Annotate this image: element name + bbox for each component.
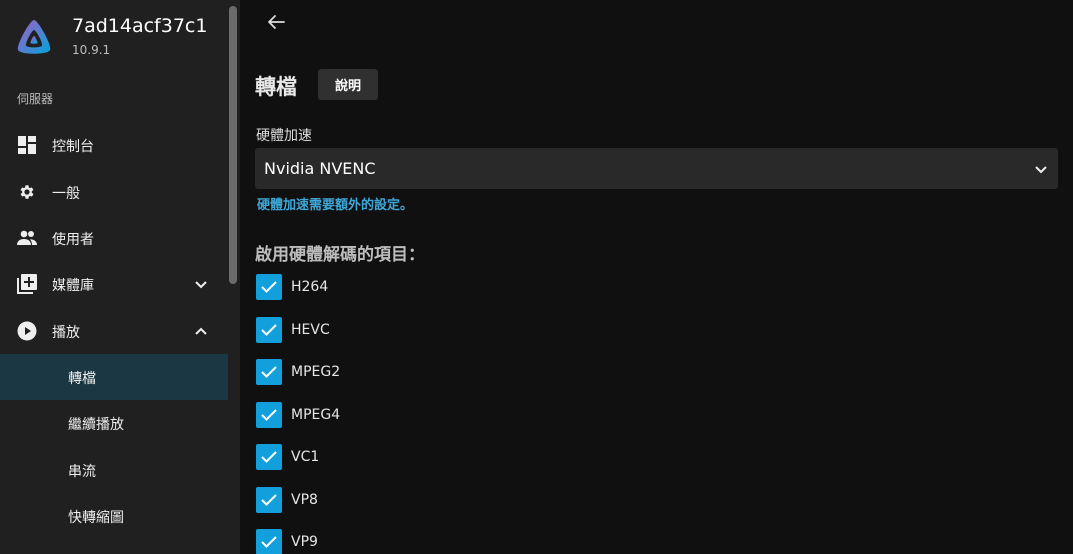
sidebar-item-general[interactable]: 一般: [0, 169, 228, 215]
codec-checkbox-row[interactable]: VP8: [256, 487, 556, 515]
checkbox-checked[interactable]: [256, 529, 282, 554]
sidebar-item-label: 一般: [52, 186, 80, 202]
codec-checkbox-row[interactable]: H264: [256, 274, 556, 302]
checkmark-icon: [261, 366, 277, 378]
hw-decoding-heading: 啟用硬體解碼的項目：: [255, 245, 425, 265]
codec-label: MPEG2: [291, 364, 341, 380]
chevron-down-icon: [1035, 166, 1047, 174]
sidebar-item-label: 使用者: [52, 232, 94, 248]
checkmark-icon: [261, 324, 277, 336]
people-icon: [17, 228, 37, 248]
checkmark-icon: [261, 409, 277, 421]
jellyfin-logo-icon: [17, 20, 51, 54]
sidebar-subitem-label: 轉檔: [68, 371, 96, 387]
checkbox-checked[interactable]: [256, 274, 282, 300]
checkmark-icon: [261, 494, 277, 506]
dashboard-icon: [17, 135, 37, 155]
codec-checkbox-row[interactable]: VP9: [256, 529, 556, 554]
sidebar-item-users[interactable]: 使用者: [0, 215, 228, 261]
codec-label: H264: [291, 279, 329, 295]
help-button[interactable]: 說明: [318, 69, 378, 100]
checkbox-checked[interactable]: [256, 444, 282, 470]
sidebar-scrollbar[interactable]: [229, 6, 237, 284]
checkmark-icon: [261, 281, 277, 293]
hw-accel-select[interactable]: Nvidia NVENC: [255, 148, 1058, 189]
sidebar-item-playback[interactable]: 播放: [0, 308, 228, 354]
codec-label: VC1: [291, 449, 320, 465]
sidebar-subitem-streaming[interactable]: 串流: [0, 447, 228, 493]
checkbox-checked[interactable]: [256, 317, 282, 343]
sidebar-subitem-label: 快轉縮圖: [68, 510, 124, 526]
checkmark-icon: [261, 536, 277, 548]
play-circle-icon: [17, 321, 37, 341]
section-label-server: 伺服器: [17, 92, 54, 106]
server-name: 7ad14acf37c1: [72, 15, 208, 37]
sidebar-subitem-resume[interactable]: 繼續播放: [0, 400, 228, 446]
gear-icon: [17, 182, 37, 202]
back-arrow-icon[interactable]: [264, 10, 288, 34]
codec-label: HEVC: [291, 322, 330, 338]
sidebar-subitem-label: 繼續播放: [68, 417, 124, 433]
sidebar-item-libraries[interactable]: 媒體庫: [0, 261, 228, 307]
codec-label: VP9: [291, 534, 318, 550]
checkbox-checked[interactable]: [256, 402, 282, 428]
codec-label: MPEG4: [291, 407, 341, 423]
codec-checkbox-row[interactable]: HEVC: [256, 317, 556, 345]
app-root: 7ad14acf37c1 10.9.1 伺服器 控制台 一般 使用者 媒體庫 播…: [0, 0, 1073, 554]
server-brand[interactable]: 7ad14acf37c1 10.9.1: [14, 15, 224, 63]
chevron-down-icon: [195, 281, 207, 289]
sidebar-item-label: 控制台: [52, 139, 94, 155]
sidebar-item-label: 媒體庫: [52, 278, 94, 294]
hw-accel-label: 硬體加速: [256, 128, 312, 144]
codec-checkbox-row[interactable]: VC1: [256, 444, 556, 472]
checkmark-icon: [261, 451, 277, 463]
library-add-icon: [17, 274, 37, 294]
hw-accel-selected-value: Nvidia NVENC: [264, 159, 376, 178]
sidebar-subitem-label: 串流: [68, 464, 96, 480]
sidebar-subitem-transcoding[interactable]: 轉檔: [0, 354, 228, 400]
chevron-up-icon: [195, 327, 207, 335]
codec-checkbox-row[interactable]: MPEG2: [256, 359, 556, 387]
checkbox-checked[interactable]: [256, 487, 282, 513]
server-version: 10.9.1: [72, 43, 111, 57]
sidebar-item-dashboard[interactable]: 控制台: [0, 122, 228, 168]
sidebar-item-label: 播放: [52, 325, 80, 341]
sidebar-subitem-trickplay[interactable]: 快轉縮圖: [0, 493, 228, 539]
sidebar: 7ad14acf37c1 10.9.1 伺服器 控制台 一般 使用者 媒體庫 播…: [0, 0, 240, 554]
hw-accel-help-link[interactable]: 硬體加速需要額外的設定。: [257, 194, 413, 213]
codec-checkbox-row[interactable]: MPEG4: [256, 402, 556, 430]
page-title: 轉檔: [255, 75, 297, 99]
main-content: 轉檔 說明 硬體加速 Nvidia NVENC 硬體加速需要額外的設定。 啟用硬…: [240, 0, 1073, 554]
codec-label: VP8: [291, 492, 318, 508]
checkbox-checked[interactable]: [256, 359, 282, 385]
